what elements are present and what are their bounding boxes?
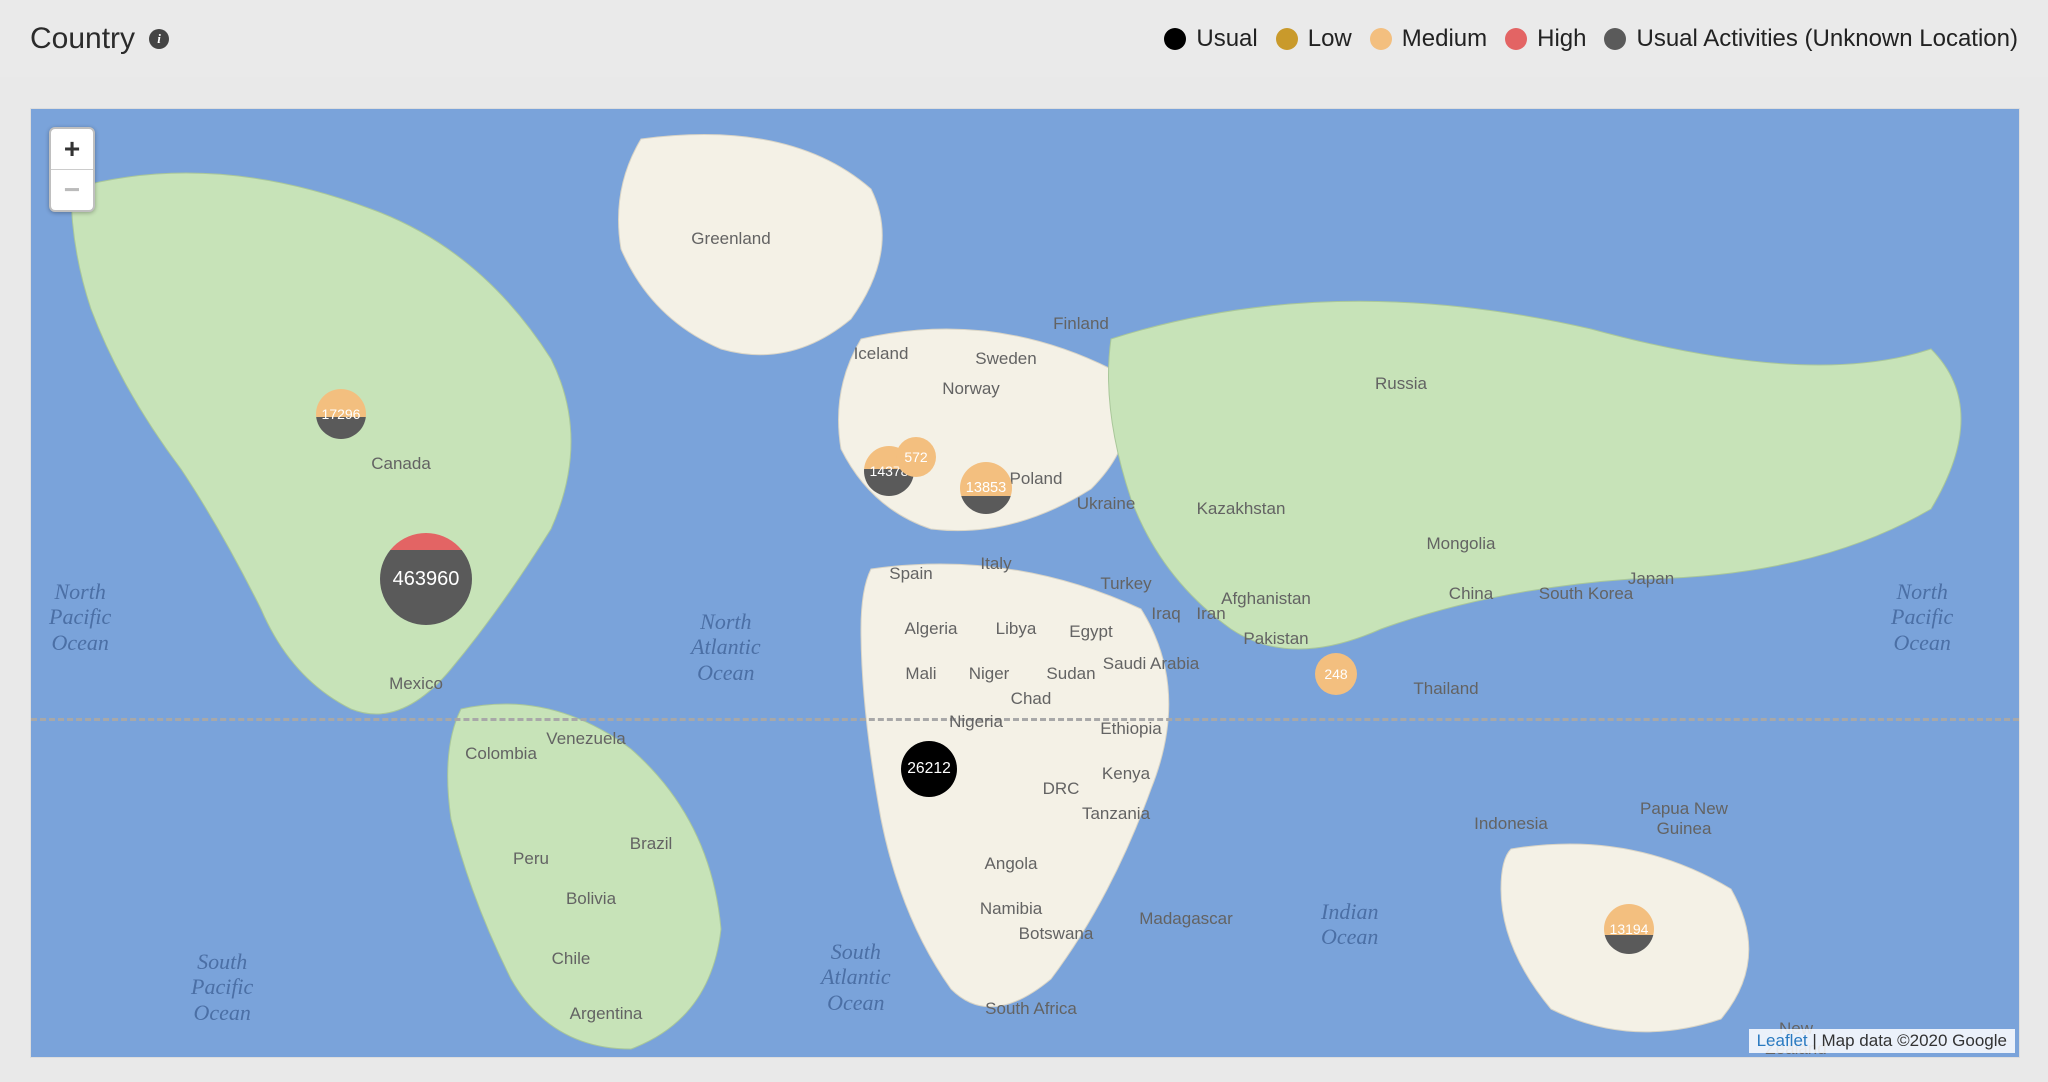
legend-label: Usual Activities (Unknown Location) xyxy=(1636,25,2018,53)
country-label: DRC xyxy=(1043,779,1080,799)
country-label: Spain xyxy=(889,564,932,584)
map-attribution: Leaflet | Map data ©2020 Google xyxy=(1749,1029,2015,1053)
country-label: Finland xyxy=(1053,314,1109,334)
map-marker-australia[interactable]: 13194 xyxy=(1604,904,1654,954)
country-label: Chile xyxy=(552,949,591,969)
country-label: Ukraine xyxy=(1077,494,1136,514)
map-marker-usa[interactable]: 463960 xyxy=(380,533,472,625)
country-label: Greenland xyxy=(691,229,770,249)
country-label: Norway xyxy=(942,379,1000,399)
country-label: Canada xyxy=(371,454,431,474)
country-label: Turkey xyxy=(1100,574,1151,594)
legend: Usual Low Medium High Usual Activities (Unkn… xyxy=(1164,25,2018,53)
country-label: Mexico xyxy=(389,674,443,694)
legend-dot xyxy=(1505,28,1527,50)
legend-dot xyxy=(1276,28,1298,50)
country-label: Italy xyxy=(980,554,1011,574)
map-marker-canada[interactable]: 17296 xyxy=(316,389,366,439)
leaflet-link[interactable]: Leaflet xyxy=(1757,1031,1808,1050)
marker-value: 463960 xyxy=(380,568,472,591)
marker-value: 17296 xyxy=(316,406,366,422)
country-label: Thailand xyxy=(1413,679,1478,699)
country-label: Ethiopia xyxy=(1100,719,1161,739)
country-label: Peru xyxy=(513,849,549,869)
legend-label: Usual xyxy=(1196,25,1257,53)
country-label: Egypt xyxy=(1069,622,1112,642)
legend-label: High xyxy=(1537,25,1586,53)
country-label: Russia xyxy=(1375,374,1427,394)
ocean-label: NorthAtlanticOcean xyxy=(691,609,761,685)
marker-value: 13853 xyxy=(960,480,1012,496)
country-label: Nigeria xyxy=(949,712,1003,732)
map-marker-africa[interactable]: 26212 xyxy=(901,741,957,797)
ocean-label: SouthPacificOcean xyxy=(191,949,253,1025)
country-label: Mali xyxy=(905,664,936,684)
country-label: Angola xyxy=(985,854,1038,874)
map-marker-germany[interactable]: 13853 xyxy=(960,462,1012,514)
country-label: Kazakhstan xyxy=(1197,499,1286,519)
country-label: Niger xyxy=(969,664,1010,684)
country-label: Mongolia xyxy=(1427,534,1496,554)
country-label: South Korea xyxy=(1539,584,1634,604)
ocean-label: NorthPacificOcean xyxy=(49,579,111,655)
legend-label: Medium xyxy=(1402,25,1487,53)
country-label: Namibia xyxy=(980,899,1042,919)
legend-item[interactable]: High xyxy=(1505,25,1586,53)
ocean-label: SouthAtlanticOcean xyxy=(821,939,891,1015)
panel-header: Country i Usual Low Medium High Usual Activi… xyxy=(0,0,2048,77)
map[interactable]: NorthPacificOcean NorthPacificOcean SouthP… xyxy=(30,108,2020,1058)
country-label: Algeria xyxy=(905,619,958,639)
ocean-label: IndianOcean xyxy=(1321,899,1378,950)
legend-item[interactable]: Usual Activities (Unknown Location) xyxy=(1604,25,2018,53)
country-label: Indonesia xyxy=(1474,814,1548,834)
country-label: Sweden xyxy=(975,349,1036,369)
marker-value: 572 xyxy=(896,449,936,465)
legend-item[interactable]: Low xyxy=(1276,25,1352,53)
zoom-control: + − xyxy=(49,127,95,212)
country-label: Venezuela xyxy=(546,729,625,749)
country-label: Pakistan xyxy=(1243,629,1308,649)
country-label: Saudi Arabia xyxy=(1103,654,1199,674)
country-label: China xyxy=(1449,584,1493,604)
zoom-out-button[interactable]: − xyxy=(51,170,93,210)
country-label: Papua NewGuinea xyxy=(1640,799,1728,839)
title-text: Country xyxy=(30,22,135,56)
marker-value: 13194 xyxy=(1604,921,1654,937)
country-label: Chad xyxy=(1011,689,1052,709)
country-label: Poland xyxy=(1010,469,1063,489)
marker-value: 248 xyxy=(1315,666,1357,682)
equator-line xyxy=(31,718,2019,721)
country-label: Botswana xyxy=(1019,924,1094,944)
legend-dot xyxy=(1164,28,1186,50)
country-label: Brazil xyxy=(630,834,673,854)
ocean-label: NorthPacificOcean xyxy=(1891,579,1953,655)
map-marker-india[interactable]: 248 xyxy=(1315,653,1357,695)
legend-item[interactable]: Usual xyxy=(1164,25,1257,53)
zoom-in-button[interactable]: + xyxy=(51,129,93,170)
country-label: Bolivia xyxy=(566,889,616,909)
country-label: Tanzania xyxy=(1082,804,1150,824)
country-label: Afghanistan xyxy=(1221,589,1311,609)
legend-label: Low xyxy=(1308,25,1352,53)
country-label: Iceland xyxy=(854,344,909,364)
legend-item[interactable]: Medium xyxy=(1370,25,1487,53)
country-label: Colombia xyxy=(465,744,537,764)
country-label: Libya xyxy=(996,619,1037,639)
marker-value: 26212 xyxy=(901,760,957,778)
legend-dot xyxy=(1370,28,1392,50)
info-icon[interactable]: i xyxy=(149,29,169,49)
country-label: Kenya xyxy=(1102,764,1150,784)
country-label: Sudan xyxy=(1046,664,1095,684)
map-marker-uk2[interactable]: 572 xyxy=(896,437,936,477)
country-label: Argentina xyxy=(570,1004,643,1024)
country-label: Madagascar xyxy=(1139,909,1233,929)
panel-title: Country i xyxy=(30,22,169,56)
legend-dot xyxy=(1604,28,1626,50)
country-label: South Africa xyxy=(985,999,1077,1019)
country-label: Iraq xyxy=(1151,604,1180,624)
country-label: Japan xyxy=(1628,569,1674,589)
